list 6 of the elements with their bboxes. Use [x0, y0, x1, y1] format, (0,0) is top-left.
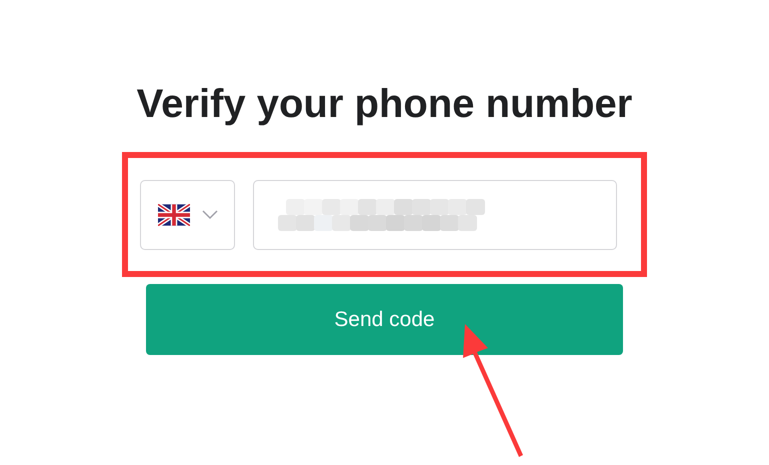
chevron-down-icon — [202, 210, 218, 220]
phone-number-field[interactable] — [253, 180, 617, 250]
send-code-button[interactable]: Send code — [146, 284, 623, 355]
page-heading: Verify your phone number — [136, 81, 632, 128]
uk-flag-icon — [158, 204, 190, 226]
country-select[interactable] — [140, 180, 235, 250]
